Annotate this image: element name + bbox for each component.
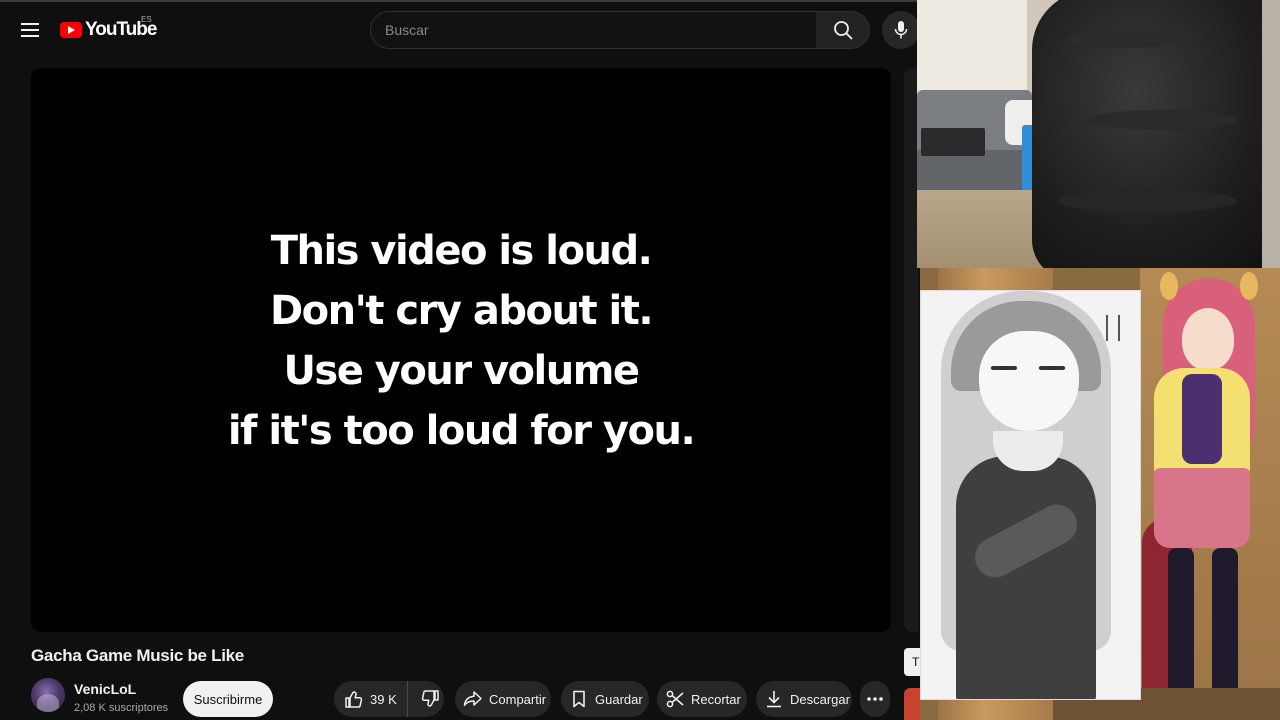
thumbs-down-icon xyxy=(421,690,439,707)
warning-line-2: Don't cry about it. xyxy=(269,288,654,334)
search-button[interactable] xyxy=(816,11,870,49)
top-border xyxy=(0,0,918,2)
download-button[interactable]: Descargar xyxy=(756,681,852,717)
menu-button[interactable] xyxy=(14,14,46,46)
warning-line-3: Use your volume xyxy=(283,348,640,394)
anime-horn xyxy=(1240,272,1258,300)
manga-sfx-mark xyxy=(1106,315,1120,341)
anime-vest xyxy=(1182,374,1222,464)
region-code: ES xyxy=(141,15,152,24)
play-logo-icon xyxy=(60,22,82,38)
manga-panel-overlay xyxy=(920,290,1141,700)
webcam-right-edge xyxy=(1262,0,1280,268)
search-box[interactable] xyxy=(370,11,817,49)
dislike-button[interactable] xyxy=(408,681,440,717)
video-player[interactable]: This video is loud. Don't cry about it. … xyxy=(31,68,891,632)
manga-eye xyxy=(1039,366,1065,370)
jacket-fold xyxy=(1057,190,1237,212)
warning-line-4: if it's too loud for you. xyxy=(227,408,696,454)
jacket-fold xyxy=(1087,110,1237,130)
clip-button[interactable]: Recortar xyxy=(657,681,747,717)
search-input[interactable] xyxy=(385,22,816,38)
anime-horn xyxy=(1160,272,1178,300)
webcam-console xyxy=(921,128,985,156)
secondary-column-edge xyxy=(904,68,918,632)
hamburger-icon xyxy=(21,23,39,37)
warning-line-1: This video is loud. xyxy=(270,228,653,274)
microphone-icon xyxy=(894,21,908,39)
anime-leg xyxy=(1168,548,1194,698)
channel-name[interactable]: VenicLoL xyxy=(74,681,136,697)
download-icon xyxy=(767,691,781,708)
search-icon xyxy=(833,21,852,40)
like-dislike-group: 39 K xyxy=(334,681,444,717)
channel-avatar[interactable] xyxy=(31,678,65,712)
more-actions-button[interactable] xyxy=(860,681,890,717)
like-button[interactable]: 39 K xyxy=(344,681,408,717)
more-horizontal-icon xyxy=(867,697,883,701)
video-warning-text: This video is loud. Don't cry about it. … xyxy=(227,221,696,461)
subscriber-count: 2,08 K suscriptores xyxy=(74,702,169,714)
bookmark-icon xyxy=(573,690,585,708)
like-count: 39 K xyxy=(370,691,397,707)
clip-label: Recortar xyxy=(691,691,741,707)
download-label: Descargar xyxy=(790,691,850,707)
scissors-icon xyxy=(666,690,684,708)
save-button[interactable]: Guardar xyxy=(561,681,649,717)
share-button[interactable]: Compartir xyxy=(455,681,551,717)
anime-face xyxy=(1182,308,1234,370)
share-arrow-icon xyxy=(463,691,482,706)
webcam-overlay xyxy=(917,0,1280,268)
save-label: Guardar xyxy=(595,691,643,707)
voice-search-button[interactable] xyxy=(882,11,920,49)
video-title: Gacha Game Music be Like xyxy=(31,646,244,665)
share-label: Compartir xyxy=(489,691,547,707)
webcam-curtain xyxy=(917,0,1027,90)
manga-body xyxy=(956,456,1096,699)
manga-face xyxy=(979,331,1079,431)
anime-leg xyxy=(1212,548,1238,698)
jacket-fold xyxy=(1067,30,1187,48)
subscribe-button[interactable]: Suscribirme xyxy=(183,681,273,717)
manga-eye xyxy=(991,366,1017,370)
webcam-sofa-seat xyxy=(917,150,1032,190)
thumbs-up-icon xyxy=(345,691,363,708)
anime-skirt xyxy=(1154,468,1250,548)
